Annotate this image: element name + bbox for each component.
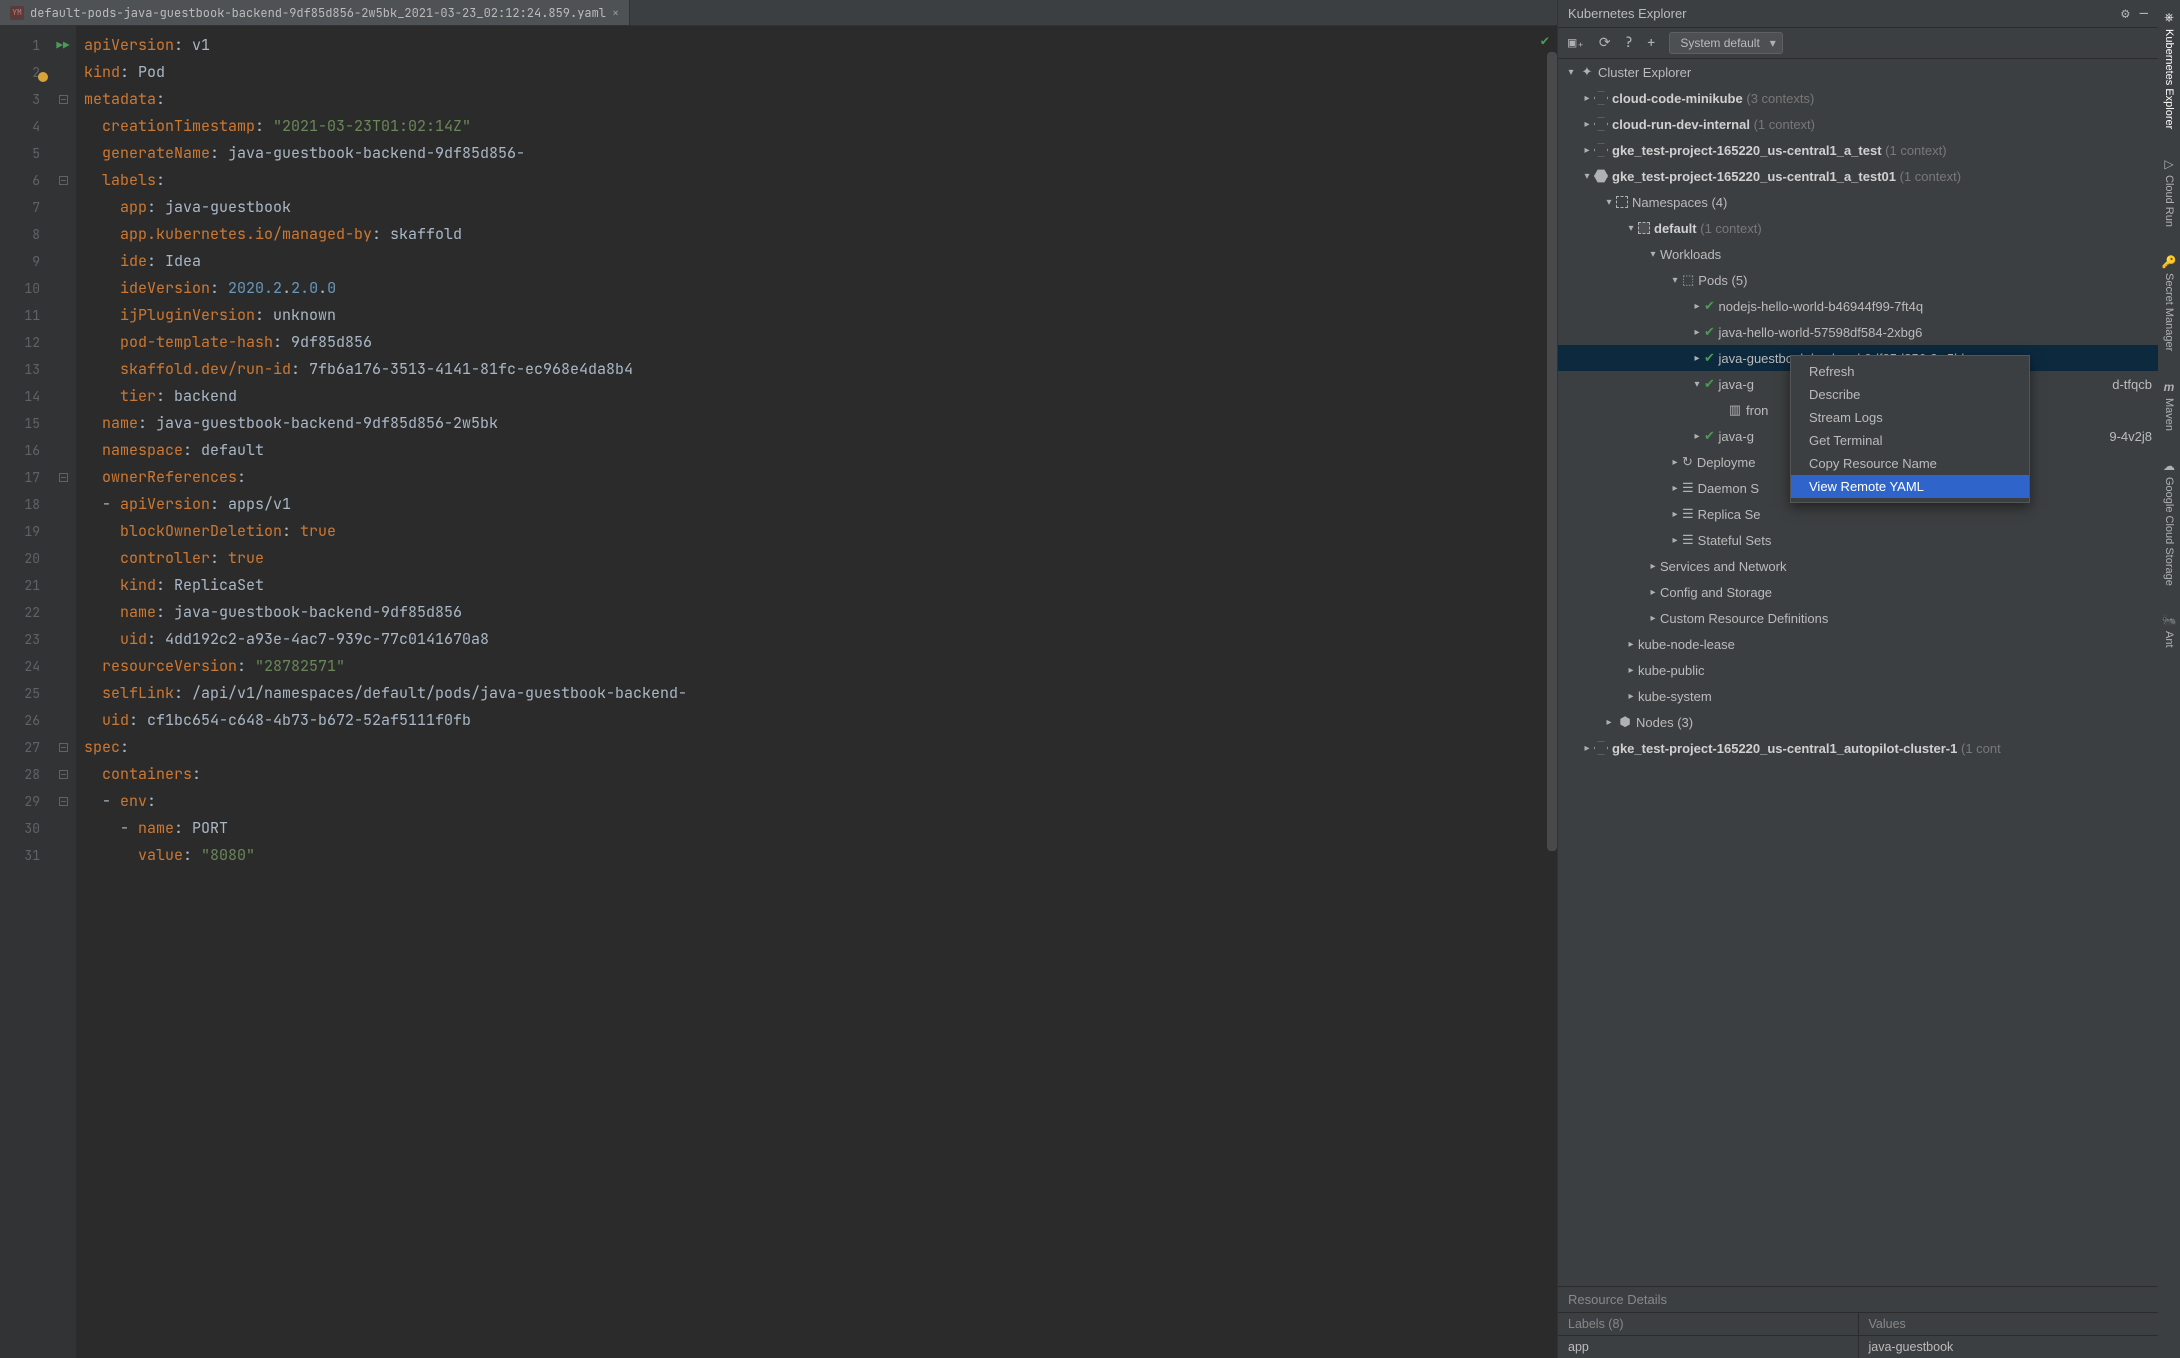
cluster-explorer-root[interactable]: ▾✦ Cluster Explorer (1558, 59, 2158, 85)
crd-node[interactable]: ▸ Custom Resource Definitions (1558, 605, 2158, 631)
sidetab-cloud-storage[interactable]: ☁Google Cloud Storage (2163, 459, 2175, 586)
settings-icon[interactable]: ⚙ (2121, 5, 2129, 23)
pod-item[interactable]: ▸✔ nodejs-hello-world-b46944f99-7ft4q (1558, 293, 2158, 319)
statefulsets-node[interactable]: ▸☰ Stateful Sets (1558, 527, 2158, 553)
ctx-view-remote-yaml[interactable]: View Remote YAML (1791, 475, 2029, 498)
namespaces-node[interactable]: ▾ Namespaces (4) (1558, 189, 2158, 215)
editor-scrollbar[interactable] (1547, 52, 1557, 851)
breakpoint-indicator[interactable] (38, 72, 48, 82)
editor-tabbar: YM default-pods-java-guestbook-backend-9… (0, 0, 1557, 26)
ctx-describe[interactable]: Describe (1791, 383, 2029, 406)
cluster-item[interactable]: ▸ gke_test-project-165220_us-central1_a_… (1558, 137, 2158, 163)
namespace-default[interactable]: ▾ default (1 context) (1558, 215, 2158, 241)
namespace-item[interactable]: ▸ kube-public (1558, 657, 2158, 683)
cluster-item[interactable]: ▸ cloud-code-minikube (3 contexts) (1558, 85, 2158, 111)
services-node[interactable]: ▸ Services and Network (1558, 553, 2158, 579)
nodes-node[interactable]: ▸⬢ Nodes (3) (1558, 709, 2158, 735)
replicasets-node[interactable]: ▸☰ Replica Se (1558, 501, 2158, 527)
context-selector[interactable]: System default (1669, 32, 1782, 54)
resource-details-title: Resource Details (1558, 1287, 2158, 1312)
yaml-file-icon: YM (10, 6, 24, 20)
close-tab-icon[interactable]: × (612, 5, 619, 21)
line-number-gutter: 1234567891011121314151617181920212223242… (0, 26, 50, 1358)
namespace-item[interactable]: ▸ kube-node-lease (1558, 631, 2158, 657)
values-header: Values (1859, 1313, 2159, 1335)
cluster-tree[interactable]: ▾✦ Cluster Explorer ▸ cloud-code-minikub… (1558, 59, 2158, 1286)
pod-item[interactable]: ▸✔ java-hello-world-57598df584-2xbg6 (1558, 319, 2158, 345)
ctx-copy-resource-name[interactable]: Copy Resource Name (1791, 452, 2029, 475)
config-storage-node[interactable]: ▸ Config and Storage (1558, 579, 2158, 605)
label-key: app (1558, 1336, 1859, 1358)
sidetab-ant[interactable]: 🐜Ant (2162, 613, 2177, 648)
editor-tab[interactable]: YM default-pods-java-guestbook-backend-9… (0, 0, 630, 25)
sidetab-maven[interactable]: mMaven (2163, 380, 2175, 431)
cluster-item-active[interactable]: ▾ gke_test-project-165220_us-central1_a_… (1558, 163, 2158, 189)
namespace-item[interactable]: ▸ kube-system (1558, 683, 2158, 709)
labels-header: Labels (8) (1558, 1313, 1859, 1335)
cluster-item[interactable]: ▸ cloud-run-dev-internal (1 context) (1558, 111, 2158, 137)
sidetab-cloud-run[interactable]: ▷Cloud Run (2163, 157, 2175, 227)
ctx-refresh[interactable]: Refresh (1791, 360, 2029, 383)
workloads-node[interactable]: ▾ Workloads (1558, 241, 2158, 267)
pods-node[interactable]: ▾⬚ Pods (5) (1558, 267, 2158, 293)
context-menu: Refresh Describe Stream Logs Get Termina… (1790, 355, 2030, 503)
inspection-ok-icon[interactable]: ✔ (1541, 32, 1549, 50)
sidetab-kubernetes-explorer[interactable]: ⎈Kubernetes Explorer (2163, 10, 2175, 129)
sidetab-secret-manager[interactable]: 🔑Secret Manager (2162, 255, 2177, 351)
panel-title: Kubernetes Explorer (1568, 6, 1687, 21)
ctx-stream-logs[interactable]: Stream Logs (1791, 406, 2029, 429)
code-editor[interactable]: apiVersion: v1kind: Podmetadata: creatio… (76, 26, 1557, 1358)
ctx-get-terminal[interactable]: Get Terminal (1791, 429, 2029, 452)
add-icon[interactable]: + (1647, 34, 1655, 52)
right-tool-tabs: ⎈Kubernetes Explorer ▷Cloud Run 🔑Secret … (2158, 0, 2180, 1358)
refresh-icon[interactable]: ⟳ (1599, 34, 1611, 52)
add-cluster-icon[interactable]: ▣₊ (1568, 34, 1585, 52)
minimize-icon[interactable]: — (2140, 5, 2148, 23)
label-value: java-guestbook (1859, 1336, 2159, 1358)
editor-tab-filename: default-pods-java-guestbook-backend-9df8… (30, 5, 606, 21)
fold-column: ▶▶ (50, 26, 76, 1358)
cluster-item[interactable]: ▸ gke_test-project-165220_us-central1_au… (1558, 735, 2158, 761)
help-icon[interactable]: ? (1625, 34, 1633, 52)
